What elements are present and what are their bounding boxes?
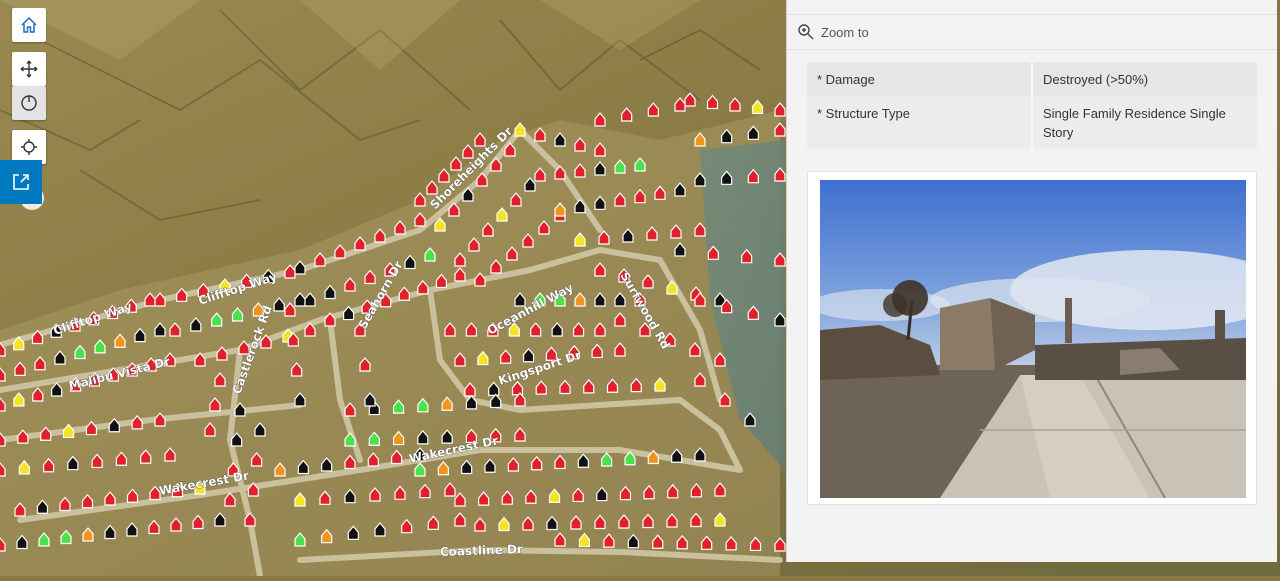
zoom-to-action[interactable]: Zoom to — [787, 15, 1277, 50]
popup-header — [787, 0, 1277, 15]
feature-popup: Zoom to * Damage Destroyed (>50%) * Stru… — [786, 0, 1277, 562]
zoom-in-icon — [798, 24, 814, 40]
pan-button[interactable] — [12, 52, 46, 86]
rotate-button[interactable] — [12, 86, 46, 120]
home-icon — [21, 16, 37, 33]
locate-button[interactable] — [12, 130, 46, 164]
move-icon — [20, 60, 38, 78]
attribute-value: Single Family Residence Single Story — [1032, 96, 1257, 149]
zoom-to-label: Zoom to — [821, 24, 869, 40]
street-label: Coastline Dr — [440, 542, 524, 559]
burned-structure-photo[interactable] — [820, 180, 1246, 498]
attribute-row: * Structure Type Single Family Residence… — [807, 96, 1257, 149]
attribute-table: * Damage Destroyed (>50%) * Structure Ty… — [807, 62, 1257, 149]
attribute-value: Destroyed (>50%) — [1032, 62, 1257, 96]
attribute-key: * Structure Type — [807, 96, 1033, 149]
locate-icon — [21, 139, 37, 155]
attachment-photo-frame — [807, 171, 1257, 505]
home-button[interactable] — [12, 8, 46, 42]
attribute-row: * Damage Destroyed (>50%) — [807, 62, 1257, 96]
share-icon — [13, 174, 29, 190]
share-button[interactable] — [0, 160, 42, 204]
compass-icon — [21, 95, 37, 111]
attribute-key: * Damage — [807, 62, 1033, 96]
